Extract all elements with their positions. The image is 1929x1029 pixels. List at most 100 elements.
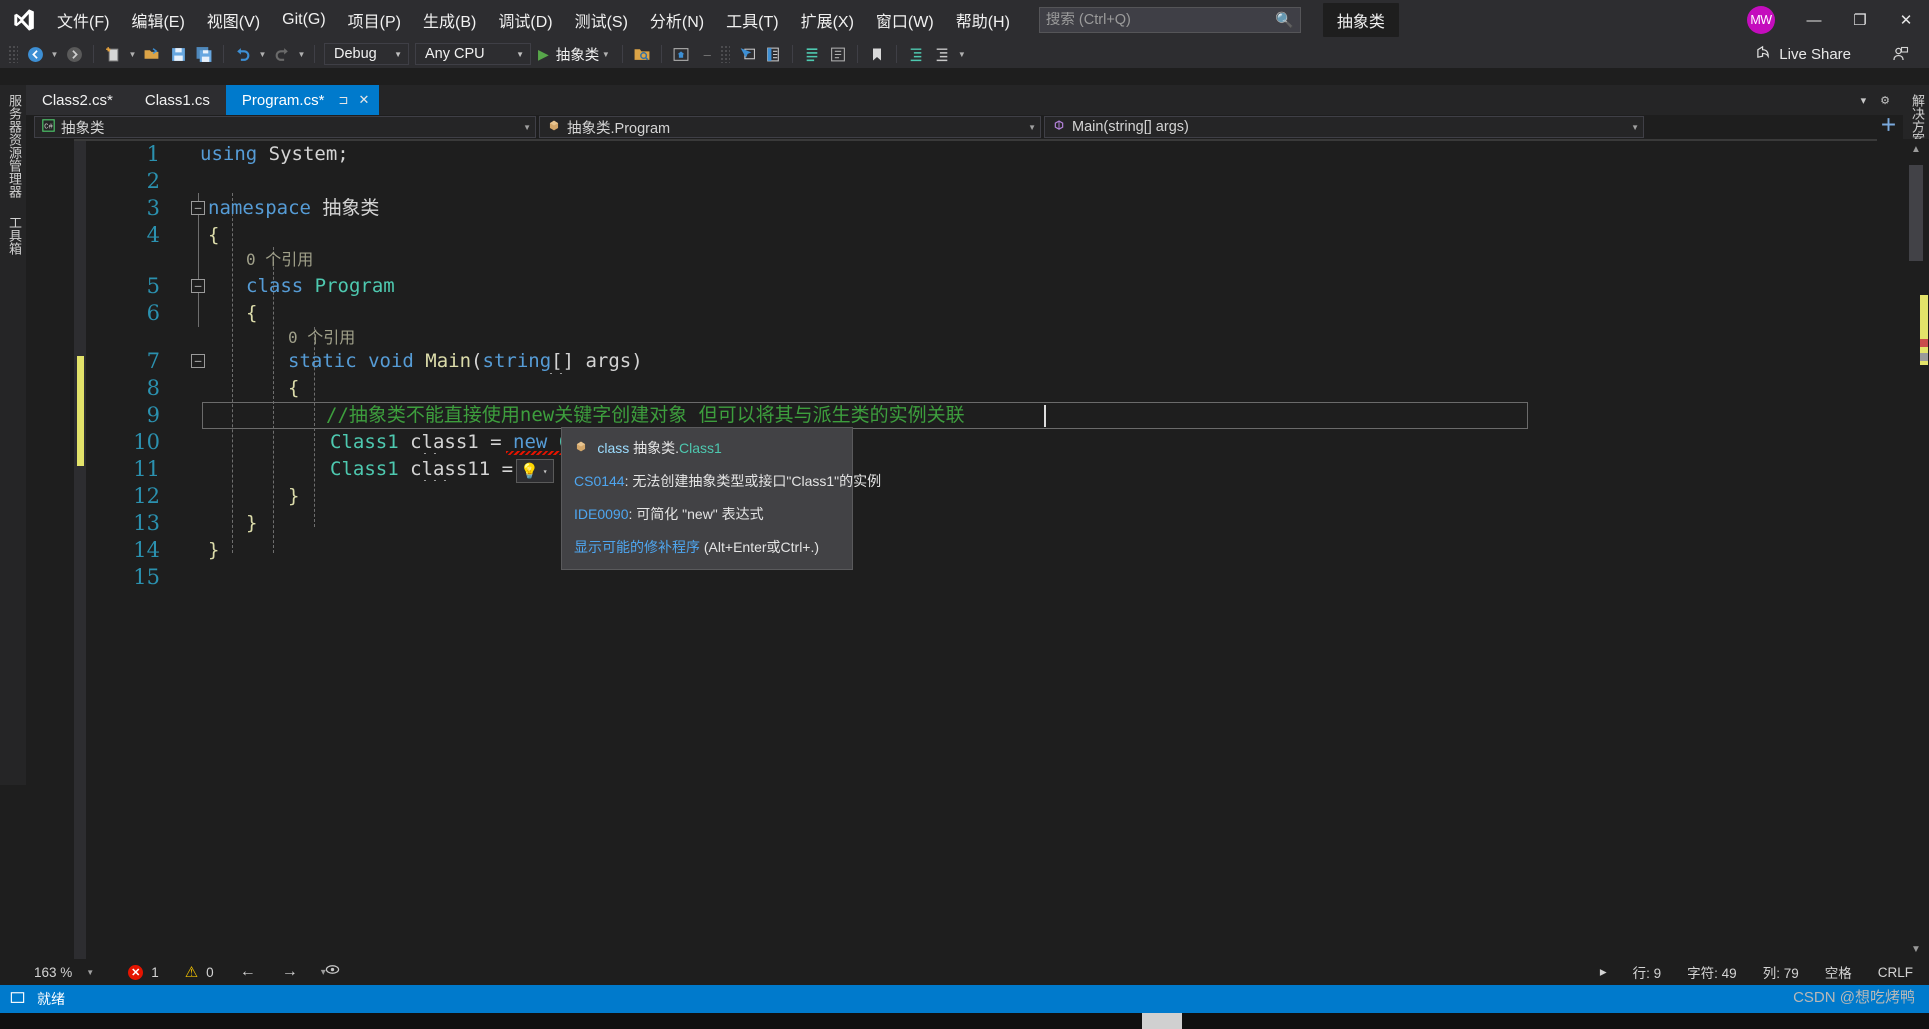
menu-help[interactable]: 帮助(H) [945, 0, 1021, 40]
menu-file[interactable]: 文件(F) [46, 0, 120, 40]
menu-analyze[interactable]: 分析(N) [639, 0, 715, 40]
code-line: 8 { [86, 375, 1877, 402]
diagnostic-message: : 可简化 "new" 表达式 [628, 506, 763, 522]
diagnostic-code-link[interactable]: CS0144 [574, 473, 625, 489]
scroll-down-icon[interactable]: ▼ [1903, 939, 1929, 959]
navigate-backward-caret[interactable]: ▼ [48, 42, 61, 66]
tab-program[interactable]: Program.cs* ⊐ ✕ [226, 85, 380, 115]
redo-caret[interactable]: ▼ [295, 42, 308, 66]
navbar-member-dropdown[interactable]: Main(string[] args) ▼ [1044, 116, 1644, 138]
codelens-label[interactable]: 0 个引用 [246, 246, 313, 273]
scroll-up-icon[interactable]: ▲ [1903, 139, 1929, 159]
menu-build[interactable]: 生成(B) [412, 0, 487, 40]
gear-icon[interactable]: ⚙ [1873, 94, 1897, 107]
fold-toggle-minus-icon[interactable]: – [191, 279, 205, 293]
show-potential-fixes-link[interactable]: 显示可能的修补程序 [574, 539, 700, 555]
line-number: 13 [116, 510, 160, 537]
live-preview-icon[interactable] [668, 42, 694, 66]
tab-class2[interactable]: Class2.cs* [26, 85, 129, 115]
menu-test[interactable]: 测试(S) [564, 0, 639, 40]
toolbar-grip[interactable] [720, 45, 730, 63]
indentation-indicator[interactable]: 空格 [1825, 962, 1852, 982]
line-number: 9 [116, 402, 160, 429]
solution-explorer-icon[interactable] [799, 42, 825, 66]
find-in-folder-icon[interactable] [629, 42, 655, 66]
tab-label: Program.cs* [242, 92, 325, 109]
scope-filter-icon[interactable] [324, 962, 341, 982]
codelens-label[interactable]: 0 个引用 [288, 324, 355, 351]
dock-tab-toolbox[interactable]: 工具箱 [0, 207, 29, 264]
new-item-caret[interactable]: ▼ [126, 42, 139, 66]
quick-launch-search[interactable]: 🔍 [1039, 7, 1301, 33]
dock-tab-server-explorer[interactable]: 服务器资源管理器 [0, 85, 29, 207]
chevron-down-icon[interactable]: ▾ [543, 467, 550, 476]
code-lines-container[interactable]: 1 using System; 2 3 – namespace 抽象类 4 { … [86, 141, 1877, 959]
menu-view[interactable]: 视图(V) [196, 0, 271, 40]
minimize-button[interactable]: — [1791, 0, 1837, 40]
start-debug-button[interactable]: ▶ 抽象类 ▼ [534, 42, 616, 66]
bookmark-icon[interactable] [864, 42, 890, 66]
taskbar-item[interactable] [1142, 1013, 1182, 1029]
rename-suggestion-dots-icon[interactable] [420, 479, 448, 482]
navbar-type-dropdown[interactable]: 抽象类.Program ▼ [539, 116, 1041, 138]
tab-overflow-chevron-icon[interactable]: ▾ [1854, 94, 1874, 107]
column-indicator: 列: 79 [1763, 962, 1799, 982]
properties-window-icon[interactable] [760, 42, 786, 66]
toolbox-icon[interactable] [929, 42, 955, 66]
redo-icon[interactable] [269, 42, 295, 66]
scrollbar-thumb[interactable] [1909, 165, 1923, 261]
fold-toggle-minus-icon[interactable]: – [191, 201, 205, 215]
build-platform-combo[interactable]: Any CPU ▼ [415, 43, 531, 65]
zoom-level-combo[interactable]: 163 % ▼ [26, 961, 102, 983]
chevron-down-icon[interactable]: ▾ [321, 967, 326, 978]
menu-debug[interactable]: 调试(D) [487, 0, 563, 40]
navigate-forward-icon[interactable] [61, 42, 87, 66]
toolbar-grip[interactable] [8, 45, 18, 63]
build-configuration-combo[interactable]: Debug ▼ [324, 43, 409, 65]
close-icon[interactable]: ✕ [358, 92, 369, 108]
open-file-icon[interactable] [139, 42, 165, 66]
undo-icon[interactable] [230, 42, 256, 66]
scroll-right-icon[interactable]: ▸ [1600, 964, 1607, 980]
avatar[interactable]: MW [1747, 6, 1775, 34]
fold-toggle-minus-icon[interactable]: – [191, 354, 205, 368]
chevron-down-icon[interactable]: ▼ [599, 42, 612, 66]
close-button[interactable]: ✕ [1883, 0, 1929, 40]
search-input[interactable] [1046, 12, 1275, 28]
tab-class1[interactable]: Class1.cs [129, 85, 226, 115]
diagnostic-code-link[interactable]: IDE0090 [574, 506, 628, 522]
navigate-previous-issue-icon[interactable]: ← [240, 963, 256, 981]
menu-window[interactable]: 窗口(W) [865, 0, 945, 40]
navbar-project-dropdown[interactable]: C# 抽象类 ▼ [34, 116, 536, 138]
rename-suggestion-dots-icon[interactable] [420, 452, 442, 455]
toolbar-overflow-caret[interactable]: ▼ [955, 42, 968, 66]
select-element-icon[interactable] [734, 42, 760, 66]
code-editor[interactable]: 1 using System; 2 3 – namespace 抽象类 4 { … [26, 139, 1903, 959]
menu-tools[interactable]: 工具(T) [715, 0, 789, 40]
quick-actions-lightbulb[interactable]: 💡 ▾ [516, 459, 554, 483]
menu-git[interactable]: Git(G) [271, 0, 337, 40]
menu-project[interactable]: 项目(P) [337, 0, 412, 40]
live-share-button[interactable]: Live Share [1755, 40, 1851, 68]
properties-icon[interactable] [825, 42, 851, 66]
save-icon[interactable] [165, 42, 191, 66]
search-icon: 🔍 [1275, 11, 1294, 29]
menu-edit[interactable]: 编辑(E) [120, 0, 195, 40]
code-line: 7 – static void Main(string[] args) [86, 348, 1877, 375]
new-item-icon[interactable] [100, 42, 126, 66]
menu-extensions[interactable]: 扩展(X) [790, 0, 865, 40]
main-menu[interactable]: 文件(F) 编辑(E) 视图(V) Git(G) 项目(P) 生成(B) 调试(… [46, 0, 1021, 40]
send-feedback-icon[interactable] [1892, 40, 1909, 68]
split-editor-icon[interactable] [1880, 116, 1897, 138]
editor-vertical-scrollbar[interactable]: ▲ ▼ [1903, 139, 1929, 959]
warning-count: 0 [206, 965, 214, 980]
navigate-backward-icon[interactable] [22, 42, 48, 66]
navigate-next-issue-icon[interactable]: → [282, 963, 298, 981]
save-all-icon[interactable] [191, 42, 217, 66]
error-count-chip[interactable]: ✕ 1 [128, 965, 159, 980]
restore-button[interactable]: ❐ [1837, 0, 1883, 40]
line-ending-indicator[interactable]: CRLF [1878, 965, 1913, 980]
toggle-outline-icon[interactable] [903, 42, 929, 66]
pin-icon[interactable]: ⊐ [338, 93, 348, 107]
undo-caret[interactable]: ▼ [256, 42, 269, 66]
